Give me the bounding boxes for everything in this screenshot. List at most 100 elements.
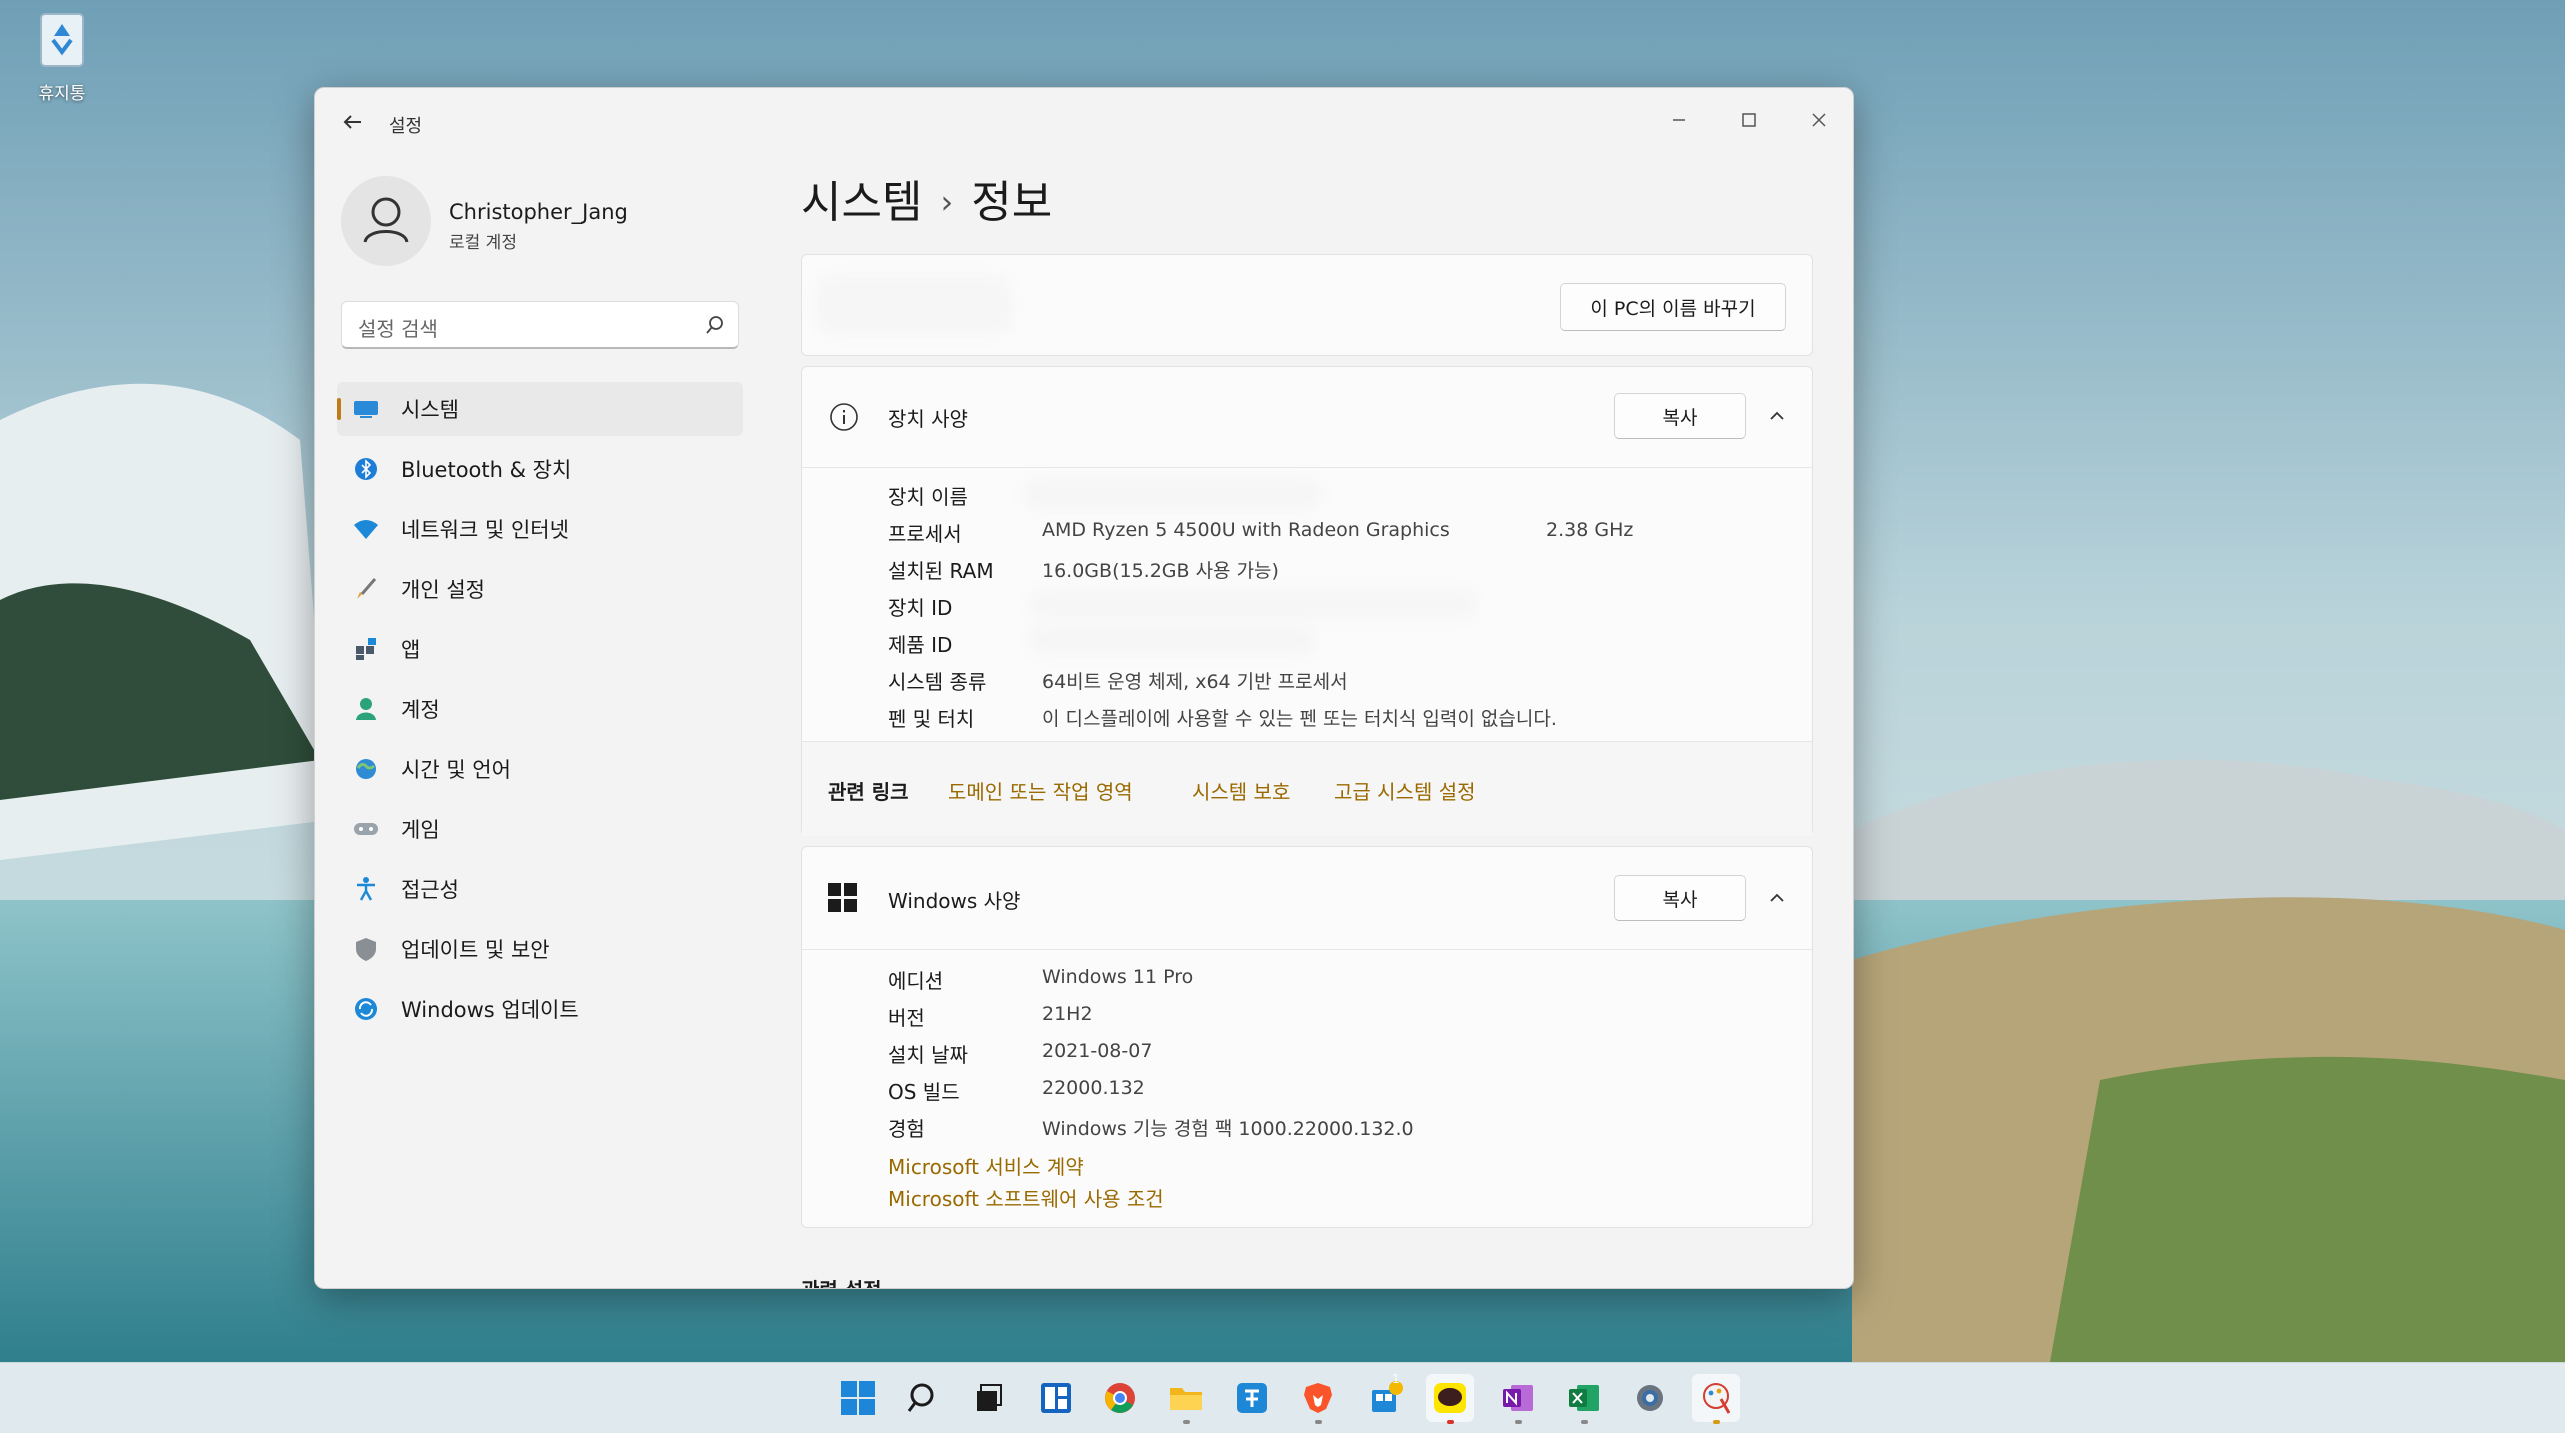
paint-button[interactable]	[1692, 1374, 1740, 1424]
related-links-bar: 관련 링크 도메인 또는 작업 영역 시스템 보호 고급 시스템 설정	[802, 742, 1812, 836]
brave-icon	[1304, 1383, 1332, 1413]
windows-specs-title: Windows 사양	[888, 889, 1021, 913]
back-arrow-icon[interactable]	[339, 108, 367, 136]
search-placeholder: 설정 검색	[358, 317, 438, 341]
settings-nav: 시스템 Bluetooth & 장치 네트워크 및 인터넷 개인 설정 앱 계정…	[337, 382, 743, 1042]
link-domain-workgroup[interactable]: 도메인 또는 작업 영역	[948, 776, 1133, 805]
edition-value: Windows 11 Pro	[1042, 966, 1194, 988]
app-icon	[1237, 1383, 1267, 1413]
spec-label: 에디션	[888, 969, 944, 993]
nav-item-gaming[interactable]: 게임	[337, 802, 743, 856]
chevron-up-icon[interactable]	[1766, 405, 1788, 427]
excel-button[interactable]	[1560, 1374, 1608, 1424]
brush-icon	[351, 574, 381, 604]
network-icon	[351, 514, 381, 544]
spec-label: 장치 ID	[888, 596, 953, 620]
window-title: 설정	[389, 116, 423, 137]
search-icon[interactable]	[704, 314, 726, 336]
nav-item-windows-update[interactable]: Windows 업데이트	[337, 982, 743, 1036]
accessibility-icon	[351, 874, 381, 904]
device-specs-title: 장치 사양	[888, 407, 968, 431]
windows-logo-icon	[828, 883, 857, 912]
maximize-button[interactable]	[1729, 102, 1769, 138]
running-indicator	[1315, 1420, 1322, 1424]
avatar	[341, 176, 431, 266]
link-microsoft-services-agreement[interactable]: Microsoft 서비스 계약	[888, 1151, 1084, 1180]
close-button[interactable]	[1799, 102, 1839, 138]
file-explorer-button[interactable]	[1162, 1374, 1210, 1424]
onenote-button[interactable]	[1494, 1374, 1542, 1424]
account-icon	[351, 694, 381, 724]
nav-label: 개인 설정	[401, 578, 485, 602]
minimize-button[interactable]	[1659, 102, 1699, 138]
recycle-bin-icon	[40, 13, 84, 67]
taskbar-search-button[interactable]	[900, 1374, 948, 1422]
spec-label: 설치 날짜	[888, 1043, 968, 1067]
spec-label: 버전	[888, 1006, 925, 1030]
experience-value: Windows 기능 경험 팩 1000.22000.132.0	[1042, 1118, 1414, 1140]
spec-label: 펜 및 터치	[888, 707, 975, 731]
chrome-icon	[1105, 1383, 1135, 1413]
store-button[interactable]: 1	[1362, 1372, 1410, 1422]
nav-label: 접근성	[401, 878, 459, 902]
nav-item-update-security[interactable]: 업데이트 및 보안	[337, 922, 743, 976]
app-button[interactable]	[1228, 1374, 1276, 1422]
task-view-button[interactable]	[964, 1374, 1012, 1422]
file-explorer-icon	[1170, 1388, 1202, 1410]
copy-windows-specs-button[interactable]: 복사	[1614, 875, 1746, 921]
breadcrumb-separator: ›	[940, 183, 954, 221]
copy-device-specs-button[interactable]: 복사	[1614, 393, 1746, 439]
rename-pc-button[interactable]: 이 PC의 이름 바꾸기	[1560, 283, 1786, 331]
divider	[802, 949, 1812, 950]
update-icon	[351, 994, 381, 1024]
nav-label: 시간 및 언어	[401, 758, 511, 782]
start-button[interactable]	[834, 1374, 882, 1422]
settings-window: 설정 Christopher_Jang 로컬 계정 설정 검색 시스템 Blue…	[314, 87, 1854, 1289]
nav-item-accounts[interactable]: 계정	[337, 682, 743, 736]
nav-label: 네트워크 및 인터넷	[401, 518, 569, 542]
ram-value: 16.0GB(15.2GB 사용 가능)	[1042, 560, 1279, 582]
widgets-button[interactable]	[1032, 1374, 1080, 1422]
running-indicator	[1447, 1420, 1454, 1424]
settings-icon	[1637, 1385, 1663, 1411]
breadcrumb: 시스템 › 정보	[801, 166, 1052, 230]
nav-item-personalization[interactable]: 개인 설정	[337, 562, 743, 616]
link-microsoft-software-license[interactable]: Microsoft 소프트웨어 사용 조건	[888, 1183, 1164, 1212]
pc-name-card: 이 PC의 이름 바꾸기	[801, 254, 1813, 356]
chrome-button[interactable]	[1096, 1374, 1144, 1422]
settings-button[interactable]	[1626, 1374, 1674, 1422]
nav-item-accessibility[interactable]: 접근성	[337, 862, 743, 916]
nav-label: 업데이트 및 보안	[401, 938, 550, 962]
running-indicator	[1183, 1420, 1190, 1424]
pen-touch-value: 이 디스플레이에 사용할 수 있는 펜 또는 터치식 입력이 없습니다.	[1042, 708, 1557, 730]
nav-item-network[interactable]: 네트워크 및 인터넷	[337, 502, 743, 556]
taskbar: 1	[0, 1362, 2565, 1433]
user-icon	[363, 197, 409, 243]
running-indicator	[1713, 1420, 1720, 1424]
link-advanced-system-settings[interactable]: 고급 시스템 설정	[1334, 776, 1476, 805]
kakaotalk-button[interactable]	[1426, 1374, 1474, 1424]
brave-button[interactable]	[1294, 1374, 1342, 1424]
breadcrumb-parent[interactable]: 시스템	[801, 177, 922, 228]
nav-item-system[interactable]: 시스템	[337, 382, 743, 436]
windows-specs-card: Windows 사양 복사 에디션 Windows 11 Pro 버전 21H2…	[801, 846, 1813, 1228]
nav-label: Windows 업데이트	[401, 998, 579, 1022]
nav-item-bluetooth[interactable]: Bluetooth & 장치	[337, 442, 743, 496]
recycle-bin[interactable]: 휴지통	[22, 6, 102, 104]
nav-item-time-language[interactable]: 시간 및 언어	[337, 742, 743, 796]
settings-search-input[interactable]: 설정 검색	[341, 301, 739, 349]
chevron-up-icon[interactable]	[1766, 887, 1788, 909]
redacted-device-name	[1022, 477, 1322, 511]
spec-label: 프로세서	[888, 522, 962, 546]
system-icon	[351, 394, 381, 424]
redacted-product-id	[1028, 625, 1318, 655]
nav-item-apps[interactable]: 앱	[337, 622, 743, 676]
globe-icon	[351, 754, 381, 784]
device-specs-card: 장치 사양 복사 장치 이름 프로세서 AMD Ryzen 5 4500U wi…	[801, 366, 1813, 836]
info-icon	[830, 403, 858, 431]
nav-label: 계정	[401, 698, 440, 722]
spec-label: OS 빌드	[888, 1080, 960, 1104]
link-system-protection[interactable]: 시스템 보호	[1192, 776, 1290, 805]
version-value: 21H2	[1042, 1003, 1093, 1025]
maximize-icon	[1742, 113, 1756, 127]
